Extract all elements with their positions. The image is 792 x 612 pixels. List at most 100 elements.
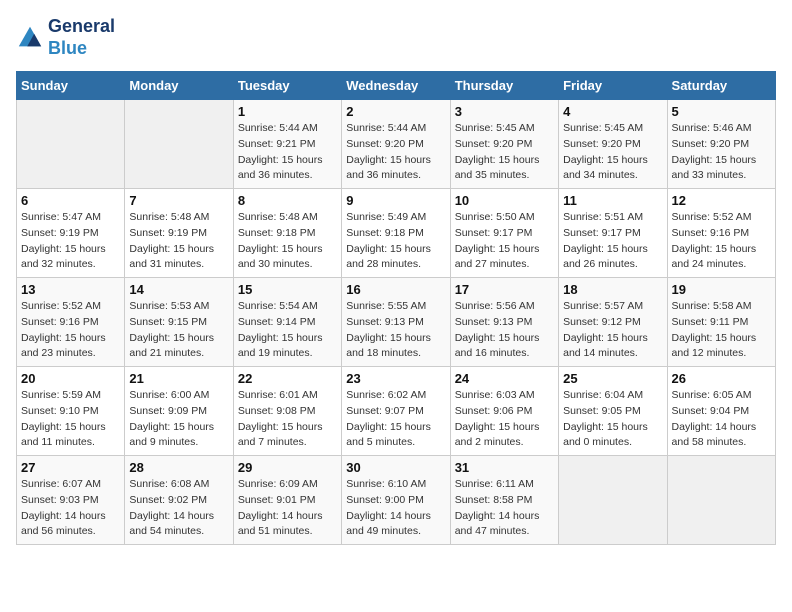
calendar-cell: 4 Sunrise: 5:45 AMSunset: 9:20 PMDaylight…: [559, 100, 667, 189]
calendar-cell: 17 Sunrise: 5:56 AMSunset: 9:13 PMDayligh…: [450, 278, 558, 367]
day-number: 6: [21, 193, 120, 208]
logo: General Blue: [16, 16, 115, 59]
day-number: 15: [238, 282, 337, 297]
day-detail: Sunrise: 6:07 AMSunset: 9:03 PMDaylight:…: [21, 477, 120, 540]
calendar-cell: 10 Sunrise: 5:50 AMSunset: 9:17 PMDayligh…: [450, 189, 558, 278]
logo-text: General Blue: [48, 16, 115, 59]
calendar-week-row: 6Sunrise: 5:47 AMSunset: 9:19 PMDaylight…: [17, 189, 776, 278]
day-number: 17: [455, 282, 554, 297]
day-detail: Sunrise: 5:50 AMSunset: 9:17 PMDaylight:…: [455, 210, 554, 273]
day-detail: Sunrise: 6:08 AMSunset: 9:02 PMDaylight:…: [129, 477, 228, 540]
day-detail: Sunrise: 6:11 AMSunset: 8:58 PMDaylight:…: [455, 477, 554, 540]
calendar-cell: 19 Sunrise: 5:58 AMSunset: 9:11 PMDayligh…: [667, 278, 775, 367]
page-header: General Blue: [16, 16, 776, 59]
day-detail: Sunrise: 6:09 AMSunset: 9:01 PMDaylight:…: [238, 477, 337, 540]
day-number: 1: [238, 104, 337, 119]
day-number: 11: [563, 193, 662, 208]
day-detail: Sunrise: 5:54 AMSunset: 9:14 PMDaylight:…: [238, 299, 337, 362]
day-detail: Sunrise: 5:44 AMSunset: 9:20 PMDaylight:…: [346, 121, 445, 184]
calendar-cell: 15 Sunrise: 5:54 AMSunset: 9:14 PMDayligh…: [233, 278, 341, 367]
calendar-cell: 7 Sunrise: 5:48 AMSunset: 9:19 PMDaylight…: [125, 189, 233, 278]
calendar-cell: 11 Sunrise: 5:51 AMSunset: 9:17 PMDayligh…: [559, 189, 667, 278]
day-number: 14: [129, 282, 228, 297]
calendar-cell: 13 Sunrise: 5:52 AMSunset: 9:16 PMDayligh…: [17, 278, 125, 367]
day-number: 8: [238, 193, 337, 208]
weekday-header-tuesday: Tuesday: [233, 72, 341, 100]
day-number: 29: [238, 460, 337, 475]
day-number: 4: [563, 104, 662, 119]
day-detail: Sunrise: 5:59 AMSunset: 9:10 PMDaylight:…: [21, 388, 120, 451]
day-number: 13: [21, 282, 120, 297]
day-detail: Sunrise: 5:46 AMSunset: 9:20 PMDaylight:…: [672, 121, 771, 184]
calendar-cell: [667, 456, 775, 545]
calendar-cell: 2Sunrise: 5:44 AMSunset: 9:20 PMDaylight…: [342, 100, 450, 189]
calendar-cell: [125, 100, 233, 189]
calendar-week-row: 13 Sunrise: 5:52 AMSunset: 9:16 PMDayligh…: [17, 278, 776, 367]
day-number: 30: [346, 460, 445, 475]
calendar-cell: 28Sunrise: 6:08 AMSunset: 9:02 PMDayligh…: [125, 456, 233, 545]
calendar-week-row: 1 Sunrise: 5:44 AMSunset: 9:21 PMDaylight…: [17, 100, 776, 189]
day-detail: Sunrise: 5:45 AMSunset: 9:20 PMDaylight:…: [455, 121, 554, 184]
day-number: 22: [238, 371, 337, 386]
day-detail: Sunrise: 5:44 AMSunset: 9:21 PMDaylight:…: [238, 121, 337, 184]
calendar-cell: 8 Sunrise: 5:48 AMSunset: 9:18 PMDaylight…: [233, 189, 341, 278]
day-number: 10: [455, 193, 554, 208]
day-detail: Sunrise: 6:01 AMSunset: 9:08 PMDaylight:…: [238, 388, 337, 451]
weekday-header-row: SundayMondayTuesdayWednesdayThursdayFrid…: [17, 72, 776, 100]
calendar-cell: 31 Sunrise: 6:11 AMSunset: 8:58 PMDayligh…: [450, 456, 558, 545]
day-number: 16: [346, 282, 445, 297]
calendar-cell: 27 Sunrise: 6:07 AMSunset: 9:03 PMDayligh…: [17, 456, 125, 545]
day-detail: Sunrise: 6:02 AMSunset: 9:07 PMDaylight:…: [346, 388, 445, 451]
weekday-header-wednesday: Wednesday: [342, 72, 450, 100]
calendar-week-row: 20 Sunrise: 5:59 AMSunset: 9:10 PMDayligh…: [17, 367, 776, 456]
calendar-cell: 18 Sunrise: 5:57 AMSunset: 9:12 PMDayligh…: [559, 278, 667, 367]
day-detail: Sunrise: 6:00 AMSunset: 9:09 PMDaylight:…: [129, 388, 228, 451]
day-number: 23: [346, 371, 445, 386]
calendar-cell: [559, 456, 667, 545]
day-number: 20: [21, 371, 120, 386]
weekday-header-monday: Monday: [125, 72, 233, 100]
calendar-cell: 16 Sunrise: 5:55 AMSunset: 9:13 PMDayligh…: [342, 278, 450, 367]
calendar-cell: 14Sunrise: 5:53 AMSunset: 9:15 PMDayligh…: [125, 278, 233, 367]
day-number: 31: [455, 460, 554, 475]
calendar-cell: [17, 100, 125, 189]
calendar-cell: 12Sunrise: 5:52 AMSunset: 9:16 PMDayligh…: [667, 189, 775, 278]
day-number: 9: [346, 193, 445, 208]
day-detail: Sunrise: 5:56 AMSunset: 9:13 PMDaylight:…: [455, 299, 554, 362]
calendar-cell: 30 Sunrise: 6:10 AMSunset: 9:00 PMDayligh…: [342, 456, 450, 545]
day-detail: Sunrise: 5:57 AMSunset: 9:12 PMDaylight:…: [563, 299, 662, 362]
day-number: 3: [455, 104, 554, 119]
day-number: 27: [21, 460, 120, 475]
calendar-cell: 20 Sunrise: 5:59 AMSunset: 9:10 PMDayligh…: [17, 367, 125, 456]
calendar-cell: 21 Sunrise: 6:00 AMSunset: 9:09 PMDayligh…: [125, 367, 233, 456]
day-detail: Sunrise: 5:52 AMSunset: 9:16 PMDaylight:…: [672, 210, 771, 273]
calendar-cell: 23 Sunrise: 6:02 AMSunset: 9:07 PMDayligh…: [342, 367, 450, 456]
weekday-header-saturday: Saturday: [667, 72, 775, 100]
day-detail: Sunrise: 5:48 AMSunset: 9:18 PMDaylight:…: [238, 210, 337, 273]
day-detail: Sunrise: 5:55 AMSunset: 9:13 PMDaylight:…: [346, 299, 445, 362]
day-detail: Sunrise: 6:04 AMSunset: 9:05 PMDaylight:…: [563, 388, 662, 451]
calendar-cell: 3 Sunrise: 5:45 AMSunset: 9:20 PMDaylight…: [450, 100, 558, 189]
day-number: 19: [672, 282, 771, 297]
day-detail: Sunrise: 5:49 AMSunset: 9:18 PMDaylight:…: [346, 210, 445, 273]
day-detail: Sunrise: 5:51 AMSunset: 9:17 PMDaylight:…: [563, 210, 662, 273]
calendar-cell: 22 Sunrise: 6:01 AMSunset: 9:08 PMDayligh…: [233, 367, 341, 456]
day-number: 26: [672, 371, 771, 386]
weekday-header-sunday: Sunday: [17, 72, 125, 100]
calendar-cell: 6Sunrise: 5:47 AMSunset: 9:19 PMDaylight…: [17, 189, 125, 278]
day-detail: Sunrise: 5:45 AMSunset: 9:20 PMDaylight:…: [563, 121, 662, 184]
weekday-header-thursday: Thursday: [450, 72, 558, 100]
day-detail: Sunrise: 6:10 AMSunset: 9:00 PMDaylight:…: [346, 477, 445, 540]
day-number: 7: [129, 193, 228, 208]
day-number: 21: [129, 371, 228, 386]
weekday-header-friday: Friday: [559, 72, 667, 100]
day-detail: Sunrise: 5:58 AMSunset: 9:11 PMDaylight:…: [672, 299, 771, 362]
logo-icon: [16, 24, 44, 52]
calendar-cell: 29 Sunrise: 6:09 AMSunset: 9:01 PMDayligh…: [233, 456, 341, 545]
day-detail: Sunrise: 5:48 AMSunset: 9:19 PMDaylight:…: [129, 210, 228, 273]
day-detail: Sunrise: 6:03 AMSunset: 9:06 PMDaylight:…: [455, 388, 554, 451]
day-detail: Sunrise: 5:52 AMSunset: 9:16 PMDaylight:…: [21, 299, 120, 362]
day-number: 18: [563, 282, 662, 297]
day-number: 24: [455, 371, 554, 386]
calendar-cell: 24 Sunrise: 6:03 AMSunset: 9:06 PMDayligh…: [450, 367, 558, 456]
